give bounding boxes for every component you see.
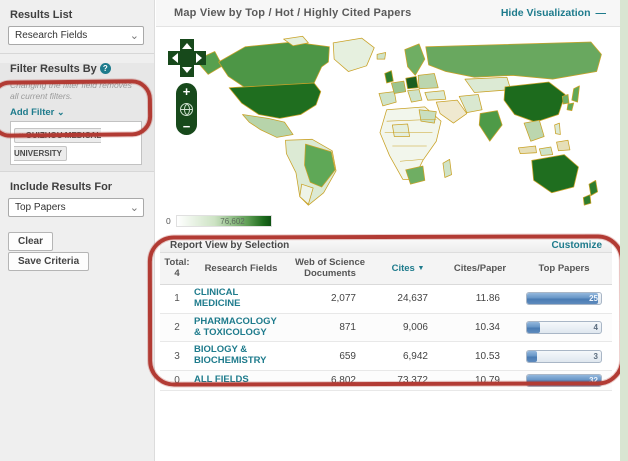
results-list-select[interactable]: Research Fields ⌄	[8, 26, 144, 45]
cites-value: 6,942	[372, 351, 444, 362]
column-cites-per-paper[interactable]: Cites/Paper	[444, 263, 516, 274]
customize-link[interactable]: Customize	[551, 240, 602, 251]
report-section: Report View by Selection Customize Total…	[160, 238, 612, 391]
field-link-all-fields[interactable]: ALL FIELDS	[194, 375, 288, 386]
cites-per-paper-value: 10.79	[444, 375, 516, 386]
legend-gradient-bar: 76,602	[176, 215, 272, 227]
include-results-label: Include Results For	[10, 181, 154, 193]
map-region: + − 0 76,602	[156, 27, 620, 235]
save-criteria-button[interactable]: Save Criteria	[8, 252, 89, 271]
field-link-pharmacology[interactable]: PHARMACOLOGY & TOXICOLOGY	[194, 317, 288, 339]
top-papers-bar[interactable]: 3	[526, 350, 602, 363]
report-table: Total: 4 Research Fields Web of Science …	[160, 253, 612, 391]
report-title: Report View by Selection	[170, 240, 289, 251]
zoom-out-button[interactable]: −	[183, 120, 191, 133]
active-filters-box: ×GUIZHOU MEDICAL UNIVERSITY	[10, 121, 142, 165]
cites-value: 24,637	[372, 293, 444, 304]
row-rank: 3	[160, 351, 194, 362]
table-row: 0 ALL FIELDS 6,802 73,372 10.79 32	[160, 371, 612, 391]
map-header: Map View by Top / Hot / Highly Cited Pap…	[156, 0, 620, 27]
clear-button[interactable]: Clear	[8, 232, 53, 251]
info-icon[interactable]: ?	[100, 63, 111, 74]
add-filter-button[interactable]: Add Filter ⌄	[10, 107, 154, 118]
cites-value: 73,372	[372, 375, 444, 386]
total-count: Total: 4	[160, 257, 194, 280]
map-pan-control[interactable]	[166, 37, 208, 79]
column-research-fields[interactable]: Research Fields	[194, 263, 288, 274]
sidebar: Results List Research Fields ⌄ Filter Re…	[0, 0, 155, 461]
chevron-down-icon: ⌄	[130, 28, 139, 45]
close-icon[interactable]: ×	[19, 131, 24, 140]
column-cites[interactable]: Cites ▼	[372, 263, 444, 274]
documents-value: 6,802	[288, 375, 372, 386]
filter-tag-guizhou[interactable]: ×GUIZHOU MEDICAL UNIVERSITY	[14, 128, 101, 161]
documents-value: 659	[288, 351, 372, 362]
divider	[0, 53, 154, 54]
results-list-value: Research Fields	[15, 30, 87, 41]
cites-per-paper-value: 11.86	[444, 293, 516, 304]
cites-per-paper-value: 10.34	[444, 322, 516, 333]
minus-icon: —	[596, 7, 607, 19]
main-panel: Map View by Top / Hot / Highly Cited Pap…	[156, 0, 620, 461]
documents-value: 2,077	[288, 293, 372, 304]
row-rank: 0	[160, 375, 194, 386]
legend-max-value: 76,602	[220, 217, 244, 226]
map-legend: 0 76,602	[166, 215, 272, 227]
zoom-in-button[interactable]: +	[183, 85, 191, 98]
include-results-select[interactable]: Top Papers ⌄	[8, 198, 144, 217]
filter-note: Changing the filter field removes all cu…	[10, 80, 142, 101]
results-list-label: Results List	[10, 9, 154, 21]
filter-by-label: Filter Results By?	[10, 63, 154, 75]
legend-min-value: 0	[166, 216, 171, 226]
top-papers-bar[interactable]: 25	[526, 292, 602, 305]
table-row: 2 PHARMACOLOGY & TOXICOLOGY 871 9,006 10…	[160, 314, 612, 343]
row-rank: 1	[160, 293, 194, 304]
field-link-biology-biochemistry[interactable]: BIOLOGY & BIOCHEMISTRY	[194, 345, 288, 367]
cites-per-paper-value: 10.53	[444, 351, 516, 362]
include-results-value: Top Papers	[15, 202, 66, 213]
cites-value: 9,006	[372, 322, 444, 333]
page-edge-strip	[620, 0, 628, 461]
field-link-clinical-medicine[interactable]: CLINICAL MEDICINE	[194, 288, 288, 310]
column-top-papers[interactable]: Top Papers	[516, 263, 612, 274]
column-wos-documents[interactable]: Web of Science Documents	[288, 257, 372, 280]
world-map-choropleth[interactable]	[190, 31, 610, 219]
map-view-title: Map View by Top / Hot / Highly Cited Pap…	[174, 7, 411, 19]
table-header-row: Total: 4 Research Fields Web of Science …	[160, 253, 612, 285]
esi-app: Results List Research Fields ⌄ Filter Re…	[0, 0, 628, 461]
globe-icon[interactable]	[180, 103, 193, 116]
top-papers-bar[interactable]: 32	[526, 374, 602, 387]
chevron-down-icon: ⌄	[57, 107, 65, 117]
row-rank: 2	[160, 322, 194, 333]
sidebar-buttons: Clear Save Criteria	[8, 231, 154, 271]
report-header: Report View by Selection Customize	[160, 238, 612, 253]
table-row: 3 BIOLOGY & BIOCHEMISTRY 659 6,942 10.53…	[160, 342, 612, 371]
filter-section: Filter Results By? Changing the filter f…	[0, 63, 154, 172]
top-papers-bar[interactable]: 4	[526, 321, 602, 334]
chevron-down-icon: ⌄	[130, 200, 139, 217]
table-row: 1 CLINICAL MEDICINE 2,077 24,637 11.86 2…	[160, 285, 612, 314]
map-zoom-control[interactable]: + −	[176, 83, 197, 135]
sort-desc-icon: ▼	[417, 265, 424, 272]
hide-visualization-link[interactable]: Hide Visualization—	[501, 7, 606, 19]
documents-value: 871	[288, 322, 372, 333]
